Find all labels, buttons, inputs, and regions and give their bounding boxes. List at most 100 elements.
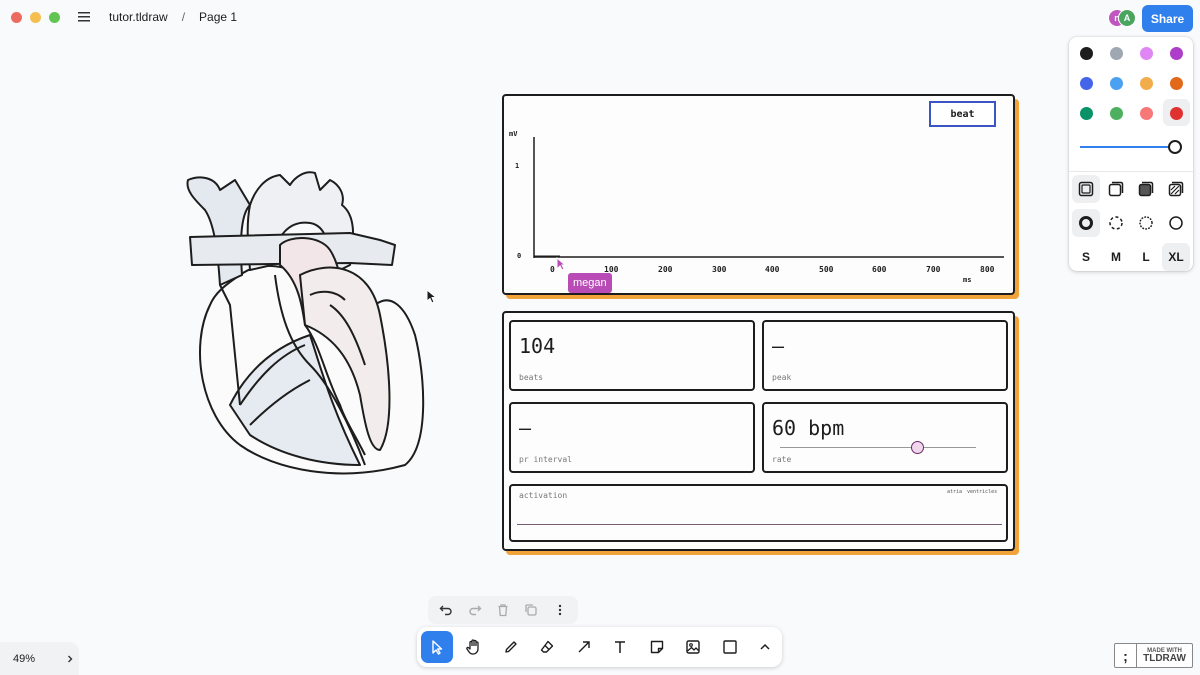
image-icon (686, 640, 700, 654)
close-window-button[interactable] (11, 12, 22, 23)
activation-label: activation (519, 491, 568, 500)
quick-actions-bar (428, 596, 578, 624)
color-swatch[interactable] (1110, 77, 1123, 90)
image-tool-button[interactable] (677, 631, 709, 663)
rectangle-tool-button[interactable] (714, 631, 746, 663)
x-tick-label: 500 (819, 265, 834, 274)
color-swatch[interactable] (1140, 107, 1153, 120)
arrow-icon (578, 641, 590, 653)
activation-track (517, 524, 1002, 525)
select-tool-button[interactable] (421, 631, 453, 663)
minimize-window-button[interactable] (30, 12, 41, 23)
more-tools-button[interactable] (749, 631, 781, 663)
x-tick-label: 600 (872, 265, 887, 274)
dash-draw-icon (1079, 216, 1093, 230)
dash-solid-button[interactable] (1162, 209, 1190, 237)
peak-label: peak (772, 373, 792, 382)
text-tool-button[interactable] (604, 631, 636, 663)
hand-icon (466, 639, 479, 655)
eraser-tool-button[interactable] (531, 631, 563, 663)
zoom-control[interactable]: 49% (0, 642, 79, 675)
panel-divider (1069, 171, 1193, 172)
fill-none-button[interactable] (1072, 175, 1100, 203)
hand-tool-button[interactable] (458, 631, 490, 663)
beats-value: 104 (519, 334, 556, 358)
duplicate-icon[interactable] (524, 603, 538, 617)
breadcrumb-separator: / (181, 10, 186, 24)
beats-stat-box: 104 beats (509, 320, 755, 391)
chevron-right-icon[interactable] (65, 654, 75, 664)
hamburger-icon (78, 12, 90, 22)
draw-tool-button[interactable] (495, 631, 527, 663)
opacity-slider-track[interactable] (1080, 146, 1175, 148)
fill-pattern-icon (1168, 181, 1184, 197)
color-swatch[interactable] (1170, 47, 1183, 60)
color-swatch[interactable] (1140, 77, 1153, 90)
rate-slider-thumb[interactable] (910, 441, 924, 454)
legend-atria: atria (947, 489, 963, 495)
size-s-button[interactable]: S (1072, 243, 1100, 271)
fill-none-icon (1078, 181, 1094, 197)
main-toolbar (417, 627, 782, 667)
rate-stat-box: 60 bpm rate (762, 402, 1008, 473)
x-axis-unit: ms (963, 276, 972, 284)
fill-solid-button[interactable] (1132, 175, 1160, 203)
dash-draw-button[interactable] (1072, 209, 1100, 237)
peak-stat-box: — peak (762, 320, 1008, 391)
y-axis-unit: mV (509, 130, 518, 138)
note-tool-button[interactable] (641, 631, 673, 663)
maximize-window-button[interactable] (49, 12, 60, 23)
opacity-slider-thumb[interactable] (1168, 140, 1182, 154)
undo-icon[interactable] (439, 603, 453, 617)
fill-pattern-button[interactable] (1162, 175, 1190, 203)
y-tick-label: 1 (515, 162, 520, 170)
avatar[interactable]: A (1118, 9, 1136, 27)
color-swatch[interactable] (1110, 47, 1123, 60)
pr-interval-value: — (519, 416, 532, 440)
file-name[interactable]: tutor.tldraw (109, 10, 168, 24)
color-swatch[interactable] (1080, 107, 1093, 120)
color-swatch[interactable] (1170, 77, 1183, 90)
page-name[interactable]: Page 1 (199, 10, 237, 24)
more-icon[interactable] (553, 603, 567, 617)
fill-semi-button[interactable] (1102, 175, 1130, 203)
dash-dotted-button[interactable] (1132, 209, 1160, 237)
color-swatch[interactable] (1140, 47, 1153, 60)
color-swatch[interactable] (1080, 47, 1093, 60)
size-l-button[interactable]: L (1132, 243, 1160, 271)
zoom-level[interactable]: 49% (13, 653, 35, 665)
redo-icon[interactable] (468, 603, 482, 617)
color-swatch[interactable] (1080, 77, 1093, 90)
legend-ventricles: ventricles (967, 489, 998, 495)
color-swatch[interactable] (1170, 107, 1183, 120)
chevron-up-icon (760, 643, 770, 650)
x-tick-label: 200 (658, 265, 673, 274)
x-tick-label: 0 (550, 265, 555, 274)
tldraw-logo-icon: ; (1115, 644, 1137, 667)
x-tick-label: 700 (926, 265, 941, 274)
style-panel: S M L XL (1069, 37, 1193, 271)
made-with-tldraw-badge[interactable]: ; MADE WITH TLDRAW (1114, 643, 1193, 668)
badge-line-2: TLDRAW (1143, 652, 1186, 664)
x-tick-label: 400 (765, 265, 780, 274)
pr-interval-label: pr interval (519, 455, 572, 464)
delete-icon[interactable] (496, 603, 510, 617)
y-tick-label: 0 (517, 252, 522, 260)
dash-dashed-icon (1109, 216, 1123, 230)
share-button[interactable]: Share (1142, 5, 1193, 32)
text-icon (615, 641, 625, 653)
dash-dashed-button[interactable] (1102, 209, 1130, 237)
peak-value: — (772, 334, 785, 358)
size-m-button[interactable]: M (1102, 243, 1130, 271)
window-controls (11, 12, 60, 23)
heart-drawing[interactable] (180, 165, 440, 485)
arrow-tool-button[interactable] (568, 631, 600, 663)
main-menu-button[interactable] (74, 7, 94, 27)
color-swatch[interactable] (1110, 107, 1123, 120)
collaborator-cursor-icon (556, 257, 566, 271)
x-tick-label: 800 (980, 265, 995, 274)
rate-slider-track[interactable] (780, 447, 976, 448)
size-xl-button[interactable]: XL (1162, 243, 1190, 271)
dash-dotted-icon (1139, 216, 1153, 230)
draw-icon (505, 641, 517, 653)
